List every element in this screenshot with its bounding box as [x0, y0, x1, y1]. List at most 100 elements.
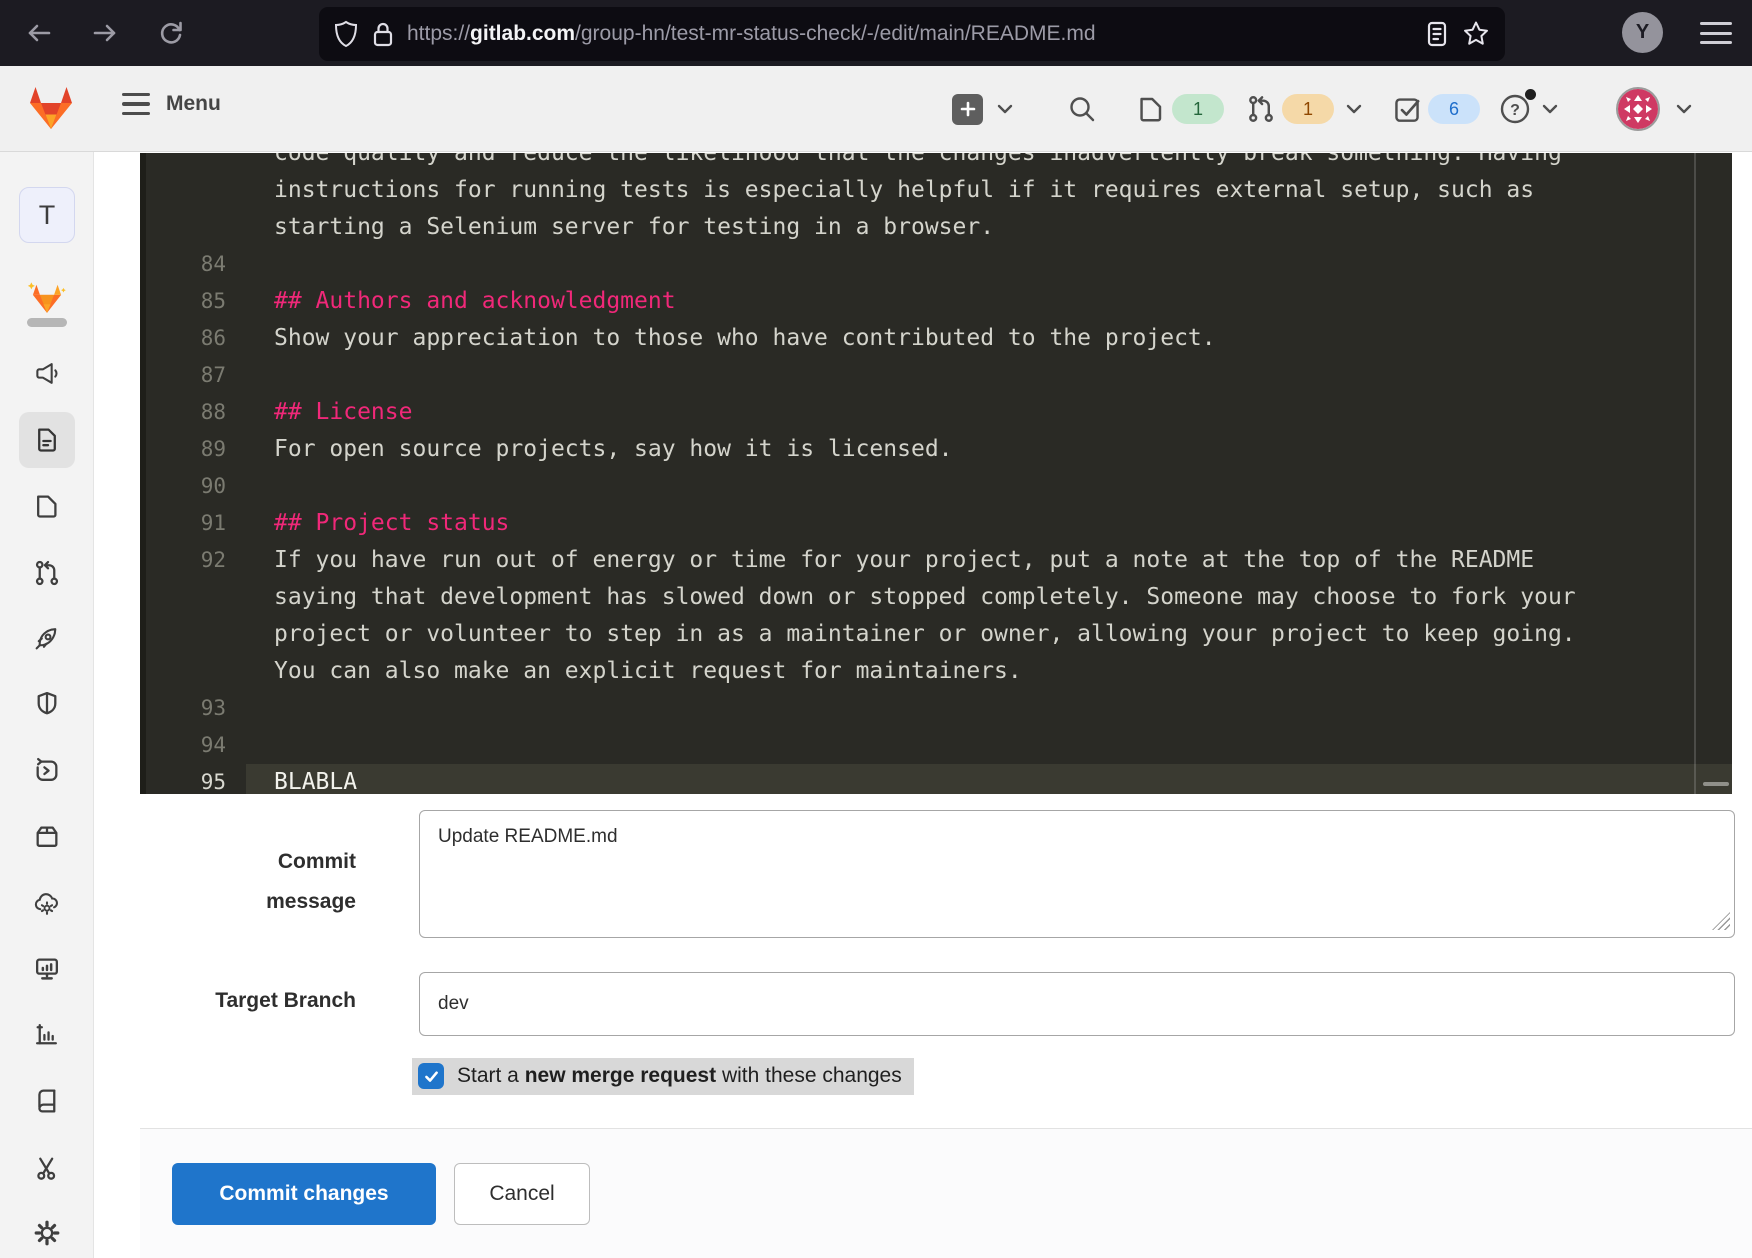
search-icon: [1066, 93, 1098, 125]
editor-overview-ruler: [1694, 153, 1696, 794]
mr-count-badge: 1: [1282, 94, 1334, 124]
todos-count-badge: 6: [1428, 94, 1480, 124]
chevron-down-icon: [997, 104, 1013, 114]
editor-scroll-marker[interactable]: [1703, 782, 1729, 786]
commit-message-input[interactable]: Update README.md: [419, 810, 1735, 938]
sidebar-item-repository[interactable]: [19, 412, 75, 468]
code-lines: code quality and reduce the likelihood t…: [146, 153, 1732, 794]
code-line: 91 ## Project status: [200, 510, 510, 536]
code-line: starting a Selenium server for testing i…: [274, 214, 995, 240]
sidebar-item-cicd[interactable]: [19, 610, 75, 666]
new-item-button[interactable]: [952, 66, 1013, 152]
sidebar-item-monitor[interactable]: [19, 941, 75, 997]
browser-profile-button[interactable]: Y: [1622, 12, 1663, 53]
back-button[interactable]: [20, 14, 58, 52]
browser-menu-button[interactable]: [1700, 20, 1732, 46]
todos-button[interactable]: 6: [1392, 66, 1480, 152]
project-initial: T: [38, 199, 56, 230]
cancel-button[interactable]: Cancel: [454, 1163, 590, 1225]
cloud-gear-icon: [33, 890, 61, 918]
svg-text:?: ?: [1510, 102, 1520, 119]
help-icon: ?: [1498, 89, 1536, 126]
rocket-icon: [33, 624, 61, 652]
package-icon: [33, 823, 61, 851]
code-line: 94: [200, 733, 226, 757]
bookmark-star-icon[interactable]: [1461, 19, 1491, 49]
code-line: 89 For open source projects, say how it i…: [200, 436, 953, 462]
target-branch-label: Target Branch: [215, 989, 356, 1012]
tanuki-sparkle-icon: [26, 280, 68, 316]
sidebar-item-infrastructure[interactable]: [19, 876, 75, 932]
issues-count-badge: 1: [1172, 94, 1224, 124]
start-merge-request-checkbox[interactable]: [418, 1063, 444, 1089]
sidebar-trial-pill: [27, 318, 67, 327]
merge-request-icon: [33, 559, 61, 587]
sidebar-project-avatar[interactable]: T: [19, 187, 75, 243]
form-divider: [140, 1128, 1752, 1129]
user-avatar: [1616, 87, 1660, 131]
code-line: 84: [200, 252, 226, 276]
book-icon: [33, 1087, 61, 1115]
commit-message-label: Commit message: [266, 850, 356, 913]
user-menu-button[interactable]: [1616, 66, 1692, 152]
code-line: You can also make an explicit request fo…: [274, 658, 1022, 684]
reload-button[interactable]: [152, 14, 190, 52]
menu-button[interactable]: Menu: [122, 92, 221, 116]
sidebar-item-issues[interactable]: [19, 478, 75, 534]
back-icon: [24, 18, 54, 48]
issues-icon: [33, 492, 61, 520]
browser-toolbar: https://gitlab.com/group-hn/test-mr-stat…: [0, 0, 1752, 66]
hamburger-icon: [122, 92, 150, 116]
code-line: saying that development has slowed down …: [274, 584, 1576, 610]
monitor-icon: [33, 955, 61, 983]
issues-button[interactable]: 1: [1136, 66, 1224, 152]
sidebar-item-packages[interactable]: [19, 809, 75, 865]
gitlab-header: Menu 1 1 6 ?: [0, 66, 1752, 152]
shield-icon: [333, 20, 359, 48]
forward-button[interactable]: [86, 14, 124, 52]
code-line: 93: [200, 696, 226, 720]
sidebar-item-merge-requests[interactable]: [19, 545, 75, 601]
code-editor[interactable]: code quality and reduce the likelihood t…: [140, 153, 1732, 794]
start-merge-request-row: Start a new merge request with these cha…: [412, 1058, 914, 1095]
sidebar-item-snippets[interactable]: [19, 1140, 75, 1196]
target-branch-input[interactable]: [419, 972, 1735, 1036]
code-line: 95 BLABLA: [146, 764, 1732, 794]
code-line: 88 ## License: [200, 399, 413, 425]
code-line: 86 Show your appreciation to those who ha…: [200, 325, 1216, 351]
lock-icon: [371, 20, 395, 48]
chevron-down-icon: [1346, 104, 1362, 114]
chevron-down-icon: [1542, 104, 1558, 114]
sidebar-item-settings[interactable]: [19, 1205, 75, 1258]
code-line: code quality and reduce the likelihood t…: [274, 153, 1562, 166]
merge-requests-button[interactable]: 1: [1246, 66, 1362, 152]
help-button[interactable]: ?: [1498, 66, 1558, 152]
reader-view-icon[interactable]: [1425, 20, 1449, 48]
chevron-down-icon: [1676, 104, 1692, 114]
document-icon: [33, 426, 61, 454]
sidebar-item-wiki[interactable]: [19, 1073, 75, 1129]
code-line: 90: [200, 474, 226, 498]
todo-check-icon: [1392, 94, 1422, 124]
forward-icon: [90, 18, 120, 48]
project-sidebar: T: [0, 152, 94, 1258]
sidebar-item-project-information[interactable]: [19, 346, 75, 402]
screen: https://gitlab.com/group-hn/test-mr-stat…: [0, 0, 1752, 1258]
bullhorn-icon: [33, 360, 61, 388]
commit-changes-button[interactable]: Commit changes: [172, 1163, 436, 1225]
code-line: instructions for running tests is especi…: [274, 177, 1535, 203]
sidebar-item-security[interactable]: [19, 676, 75, 732]
code-line: project or volunteer to step in as a mai…: [274, 621, 1576, 647]
plus-icon: [952, 93, 983, 125]
sidebar-item-deployments[interactable]: [19, 743, 75, 799]
scissors-icon: [33, 1154, 61, 1182]
search-button[interactable]: [1066, 66, 1098, 152]
start-merge-request-label[interactable]: Start a new merge request with these cha…: [457, 1064, 902, 1088]
merge-request-icon: [1246, 94, 1276, 124]
sidebar-item-analytics[interactable]: [19, 1007, 75, 1063]
url-bar[interactable]: https://gitlab.com/group-hn/test-mr-stat…: [319, 7, 1505, 61]
code-line: 87: [200, 363, 226, 387]
gitlab-logo[interactable]: [26, 84, 76, 132]
shield-icon: [33, 690, 61, 718]
notification-dot: [1525, 89, 1536, 100]
